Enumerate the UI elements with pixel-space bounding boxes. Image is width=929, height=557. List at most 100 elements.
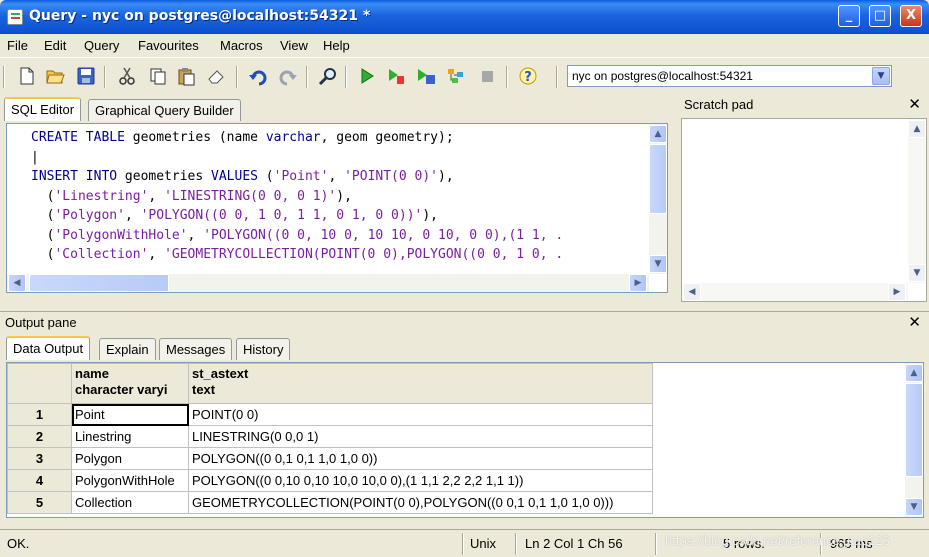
- close-button[interactable]: X: [900, 5, 922, 27]
- row-number[interactable]: 2: [7, 425, 72, 448]
- toolbar-separator: [306, 66, 308, 88]
- redo-icon[interactable]: [278, 66, 298, 86]
- scroll-left-icon[interactable]: ◀: [8, 274, 26, 292]
- minimize-button[interactable]: _: [838, 5, 860, 27]
- paste-icon[interactable]: [176, 66, 196, 86]
- scroll-down-icon[interactable]: ▼: [649, 255, 667, 273]
- toolbar-grip: [3, 66, 5, 88]
- column-type: character varyi: [75, 382, 168, 397]
- cell-st-astext[interactable]: GEOMETRYCOLLECTION(POINT(0 0),POLYGON((0…: [188, 491, 653, 514]
- editor-horizontal-scrollbar[interactable]: ◀ ▶: [7, 274, 649, 292]
- column-name: st_astext: [192, 366, 249, 381]
- help-icon[interactable]: ?: [518, 66, 538, 86]
- new-icon[interactable]: [17, 66, 37, 86]
- sql-editor[interactable]: CREATE TABLE geometries (name varchar, g…: [6, 123, 668, 293]
- status-line-ending: Unix: [470, 536, 497, 551]
- status-divider: [462, 533, 464, 555]
- cell-st-astext[interactable]: LINESTRING(0 0,0 1): [188, 425, 653, 448]
- editor-vertical-scrollbar[interactable]: ▲ ▼: [649, 124, 667, 274]
- cell-st-astext[interactable]: POINT(0 0): [188, 403, 653, 426]
- cell-st-astext[interactable]: POLYGON((0 0,1 0,1 1,0 1,0 0)): [188, 447, 653, 470]
- scroll-down-icon[interactable]: ▼: [905, 498, 923, 516]
- execute-icon[interactable]: [357, 66, 377, 86]
- scroll-thumb[interactable]: [649, 144, 667, 214]
- cell-st-astext[interactable]: POLYGON((0 0,10 0,10 10,0 10,0 0),(1 1,1…: [188, 469, 653, 492]
- execute-pgscript-icon[interactable]: [386, 66, 406, 86]
- menu-favourites[interactable]: Favourites: [138, 38, 199, 53]
- table-row: 4 PolygonWithHole POLYGON((0 0,10 0,10 1…: [7, 469, 653, 492]
- tab-graphical-query-builder[interactable]: Graphical Query Builder: [88, 99, 241, 121]
- cell-name[interactable]: Collection: [71, 491, 189, 514]
- clear-icon[interactable]: [206, 66, 226, 86]
- row-number[interactable]: 5: [7, 491, 72, 514]
- tab-explain[interactable]: Explain: [99, 338, 156, 360]
- status-divider: [515, 533, 517, 555]
- sql-code[interactable]: CREATE TABLE geometries (name varchar, g…: [31, 128, 563, 265]
- menu-help[interactable]: Help: [323, 38, 350, 53]
- scratch-pad-panel: Scratch pad ✕ ▲ ▼ ◀ ▶: [680, 93, 929, 305]
- cut-icon[interactable]: [117, 66, 137, 86]
- row-number[interactable]: 3: [7, 447, 72, 470]
- scroll-right-icon[interactable]: ▶: [629, 274, 647, 292]
- row-number[interactable]: 4: [7, 469, 72, 492]
- cell-name[interactable]: Linestring: [71, 425, 189, 448]
- row-header-corner: [7, 363, 72, 404]
- grid-vertical-scrollbar[interactable]: ▲ ▼: [905, 363, 923, 517]
- scroll-right-icon[interactable]: ▶: [888, 283, 906, 301]
- scroll-up-icon[interactable]: ▲: [908, 120, 926, 138]
- column-header-st-astext[interactable]: st_astext text: [188, 363, 653, 404]
- scroll-down-icon[interactable]: ▼: [908, 264, 926, 282]
- row-number[interactable]: 1: [7, 403, 72, 426]
- open-icon[interactable]: [45, 66, 65, 86]
- window-title: Query - nyc on postgres@localhost:54321 …: [29, 8, 371, 24]
- status-message: OK.: [7, 536, 30, 551]
- toolbar-separator: [345, 66, 347, 88]
- cell-name[interactable]: Point: [71, 403, 189, 426]
- find-icon[interactable]: [318, 66, 338, 86]
- app-icon: [7, 9, 23, 25]
- column-name: name: [75, 366, 109, 381]
- status-divider: [655, 533, 657, 555]
- scroll-left-icon[interactable]: ◀: [683, 283, 701, 301]
- cancel-icon[interactable]: [477, 66, 497, 86]
- status-cursor-position: Ln 2 Col 1 Ch 56: [525, 536, 623, 551]
- undo-icon[interactable]: [248, 66, 268, 86]
- table-row: 3 Polygon POLYGON((0 0,1 0,1 1,0 1,0 0)): [7, 447, 653, 470]
- close-icon[interactable]: ✕: [908, 313, 921, 331]
- menu-file[interactable]: File: [7, 38, 28, 53]
- tab-sql-editor[interactable]: SQL Editor: [4, 97, 82, 121]
- watermark: https://blog.csdn.net/reference_cao123: [665, 533, 890, 548]
- menu-macros[interactable]: Macros: [220, 38, 263, 53]
- cell-name[interactable]: Polygon: [71, 447, 189, 470]
- copy-icon[interactable]: [148, 66, 168, 86]
- connection-select[interactable]: nyc on postgres@localhost:54321 ▼: [567, 65, 892, 87]
- toolbar-separator: [104, 66, 106, 88]
- scratch-horizontal-scrollbar[interactable]: ◀ ▶: [682, 283, 908, 301]
- save-icon[interactable]: [76, 66, 96, 86]
- menu-query[interactable]: Query: [84, 38, 119, 53]
- scroll-up-icon[interactable]: ▲: [649, 125, 667, 143]
- execute-to-file-icon[interactable]: [416, 66, 436, 86]
- scratch-pad-input[interactable]: ▲ ▼ ◀ ▶: [681, 118, 927, 302]
- tab-history[interactable]: History: [236, 338, 291, 360]
- table-row: 1 Point POINT(0 0): [7, 403, 653, 426]
- tab-messages[interactable]: Messages: [159, 338, 233, 360]
- explain-icon[interactable]: [446, 66, 466, 86]
- menu-edit[interactable]: Edit: [44, 38, 66, 53]
- menu-view[interactable]: View: [280, 38, 308, 53]
- tab-data-output[interactable]: Data Output: [6, 336, 91, 360]
- connection-value: nyc on postgres@localhost:54321: [572, 69, 753, 83]
- scroll-thumb[interactable]: [905, 383, 923, 477]
- toolbar: ? nyc on postgres@localhost:54321 ▼: [0, 57, 929, 93]
- maximize-button[interactable]: □: [869, 5, 891, 27]
- chevron-down-icon[interactable]: ▼: [872, 67, 890, 85]
- close-icon[interactable]: ✕: [908, 95, 921, 113]
- scratch-vertical-scrollbar[interactable]: ▲ ▼: [908, 119, 926, 283]
- scroll-up-icon[interactable]: ▲: [905, 364, 923, 382]
- cell-name[interactable]: PolygonWithHole: [71, 469, 189, 492]
- scratch-pad-title: Scratch pad: [684, 97, 754, 112]
- scroll-thumb[interactable]: [29, 274, 169, 292]
- toolbar-grip: [556, 66, 558, 88]
- output-pane-title: Output pane: [5, 315, 77, 330]
- column-header-name[interactable]: name character varyi: [71, 363, 189, 404]
